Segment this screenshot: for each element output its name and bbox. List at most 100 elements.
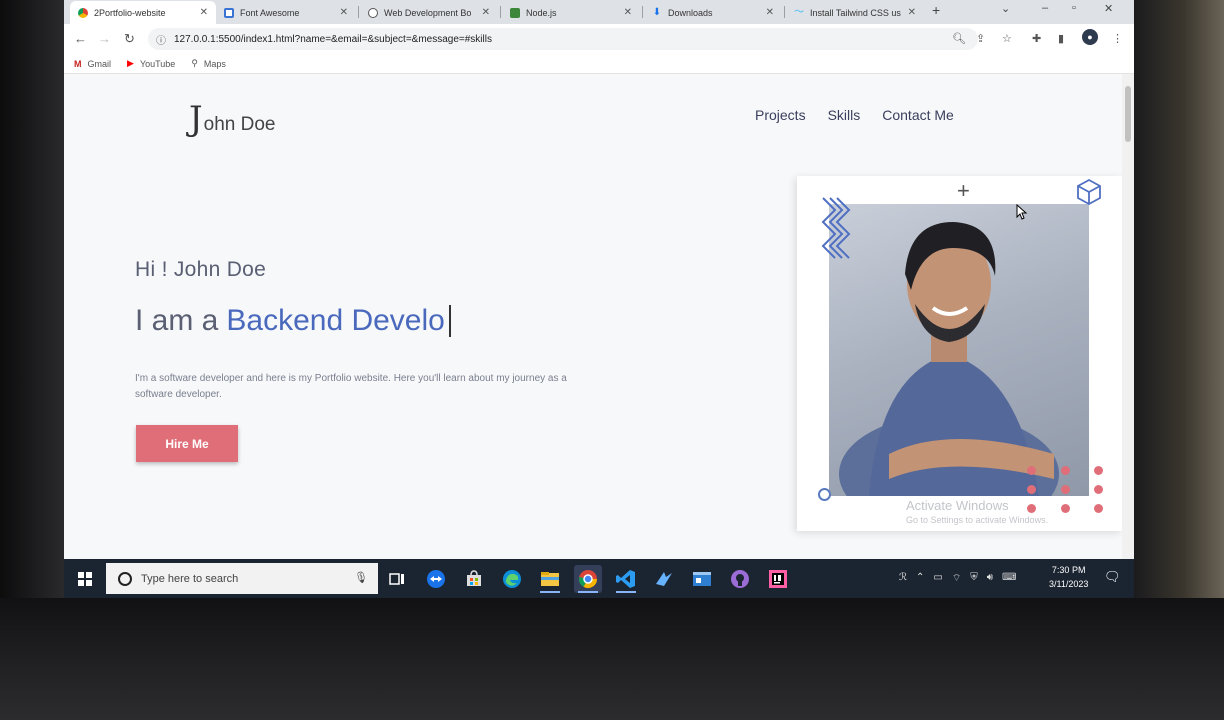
tab-downloads[interactable]: ⬇ Downloads ✕	[644, 1, 782, 24]
browser-tab-strip: 2Portfolio-website ✕ Font Awesome ✕ Web …	[64, 0, 1134, 24]
person-icon[interactable]: ℛ	[899, 572, 907, 585]
cube-decoration-icon	[1077, 178, 1101, 206]
close-icon[interactable]: ✕	[200, 7, 208, 18]
chrome-taskbar-icon[interactable]	[574, 565, 602, 593]
download-icon: ⬇	[652, 6, 662, 18]
github-desktop-icon[interactable]	[726, 565, 754, 593]
search-placeholder: Type here to search	[141, 572, 239, 585]
forward-arrow-icon[interactable]: →	[98, 31, 111, 46]
tab-separator	[358, 6, 359, 18]
typing-caret	[448, 305, 451, 337]
monitor-screen: 2Portfolio-website ✕ Font Awesome ✕ Web …	[64, 0, 1134, 598]
vscode-icon[interactable]	[612, 565, 640, 593]
teamviewer-icon[interactable]	[422, 565, 450, 593]
windows-start-icon[interactable]	[64, 559, 106, 598]
nav-contact-me[interactable]: Contact Me	[882, 107, 954, 123]
nav-projects[interactable]: Projects	[755, 107, 806, 123]
bookmark-star-icon[interactable]: ☆	[1002, 32, 1012, 45]
keyboard-icon[interactable]: ⌨	[1002, 572, 1016, 585]
bookmark-gmail[interactable]: M Gmail	[74, 59, 111, 69]
tab-separator	[642, 6, 643, 18]
microphone-icon[interactable]: 🎙︎	[354, 571, 368, 584]
intellij-icon[interactable]	[764, 565, 792, 593]
dot-decoration-icon	[1094, 504, 1103, 513]
azure-data-studio-icon[interactable]	[650, 565, 678, 593]
site-logo[interactable]: J ohn Doe	[189, 102, 275, 136]
more-menu-icon[interactable]: ⋮	[1112, 32, 1123, 45]
tab-font-awesome[interactable]: Font Awesome ✕	[216, 1, 356, 24]
info-icon[interactable]: ⓘ	[156, 32, 166, 47]
dot-decoration-icon	[1094, 485, 1103, 494]
tab-separator	[500, 6, 501, 18]
profile-photo-card: +	[797, 176, 1122, 531]
maximize-icon[interactable]: ▫	[1072, 2, 1076, 14]
dot-decoration-icon	[1027, 466, 1036, 475]
web-dev-icon	[368, 7, 378, 18]
close-icon[interactable]: ✕	[766, 7, 774, 18]
ring-decoration-icon	[818, 488, 831, 501]
nav-skills[interactable]: Skills	[828, 107, 861, 123]
hero-role-heading: I am a Backend Develo	[135, 304, 451, 338]
share-icon[interactable]: ⇪	[976, 32, 985, 45]
tab-web-development[interactable]: Web Development Bo ✕	[360, 1, 498, 24]
scrollbar-thumb[interactable]	[1125, 86, 1131, 142]
logo-initial: J	[189, 99, 203, 139]
tailwind-icon: 〜	[794, 6, 804, 18]
clock-time: 7:30 PM	[1051, 565, 1086, 575]
antivirus-icon[interactable]: ⛨	[970, 572, 978, 585]
chrome-icon	[78, 7, 88, 18]
mouse-cursor-icon	[1016, 204, 1028, 220]
site-nav: Projects Skills Contact Me	[755, 107, 954, 123]
minimize-icon[interactable]: –	[1042, 2, 1048, 14]
back-arrow-icon[interactable]: ←	[74, 31, 87, 46]
dot-decoration-icon	[1094, 466, 1103, 475]
window-close-icon[interactable]: ✕	[1104, 2, 1113, 15]
close-icon[interactable]: ✕	[482, 7, 490, 18]
tab-tailwind[interactable]: 〜 Install Tailwind CSS us ✕	[786, 1, 924, 24]
store-icon[interactable]	[460, 565, 488, 593]
tab-nodejs[interactable]: Node.js ✕	[502, 1, 640, 24]
task-view-icon[interactable]	[383, 565, 411, 593]
bookmark-youtube[interactable]: ▶ YouTube	[127, 58, 175, 69]
person-illustration	[839, 222, 1059, 496]
zoom-search-icon[interactable]: 🔍︎	[952, 32, 966, 45]
reload-icon[interactable]: ↻	[124, 31, 135, 47]
taskbar-clock[interactable]: 7:30 PM 3/11/2023	[1049, 563, 1088, 591]
cortana-icon	[118, 571, 132, 586]
edge-icon[interactable]	[498, 565, 526, 593]
activate-windows-watermark: Activate Windows Go to Settings to activ…	[906, 498, 1049, 525]
portfolio-page: J ohn Doe Projects Skills Contact Me Hi …	[64, 74, 1122, 559]
address-bar[interactable]: ⓘ 127.0.0.1:5500/index1.html?name=&email…	[148, 28, 978, 50]
profile-avatar[interactable]: ●	[1082, 29, 1098, 45]
tray-chevron-up-icon[interactable]: ⌃	[916, 572, 924, 585]
file-explorer-icon[interactable]	[536, 565, 564, 593]
system-tray: ℛ ⌃ ▭ ⌔ ⛨ 🔊︎ ⌨	[899, 572, 1016, 585]
side-panel-icon[interactable]: ▮	[1058, 32, 1064, 45]
chevron-down-icon[interactable]: ⌄	[1001, 2, 1010, 15]
volume-icon[interactable]: 🔊︎	[987, 572, 993, 585]
page-scrollbar[interactable]	[1122, 74, 1134, 559]
maps-pin-icon: ⚲	[191, 58, 198, 68]
plus-decoration-icon: +	[957, 178, 970, 203]
clock-date: 3/11/2023	[1049, 579, 1089, 589]
youtube-icon: ▶	[127, 58, 134, 68]
battery-icon[interactable]: ▭	[933, 572, 942, 585]
hire-me-button[interactable]: Hire Me	[136, 425, 238, 462]
profile-photo	[829, 204, 1089, 496]
bookmark-maps[interactable]: ⚲ Maps	[191, 58, 226, 69]
logo-name: ohn Doe	[203, 114, 276, 135]
taskbar-search-box[interactable]: Type here to search 🎙︎	[106, 563, 378, 594]
wifi-icon[interactable]: ⌔	[952, 572, 961, 585]
gmail-icon: M	[74, 58, 82, 69]
close-icon[interactable]: ✕	[908, 7, 916, 18]
new-tab-icon[interactable]: +	[932, 2, 940, 18]
monitor-bezel-bottom	[0, 598, 1224, 720]
extensions-puzzle-icon[interactable]: ✚	[1032, 32, 1041, 45]
bookmarks-bar: M Gmail ▶ YouTube ⚲ Maps	[64, 54, 1134, 74]
close-icon[interactable]: ✕	[624, 7, 632, 18]
tab-portfolio[interactable]: 2Portfolio-website ✕	[70, 1, 216, 24]
app-window-icon[interactable]	[688, 565, 716, 593]
close-icon[interactable]: ✕	[340, 7, 348, 18]
notification-center-icon[interactable]: 🗨︎	[1104, 569, 1121, 585]
dot-decoration-icon	[1061, 504, 1070, 513]
